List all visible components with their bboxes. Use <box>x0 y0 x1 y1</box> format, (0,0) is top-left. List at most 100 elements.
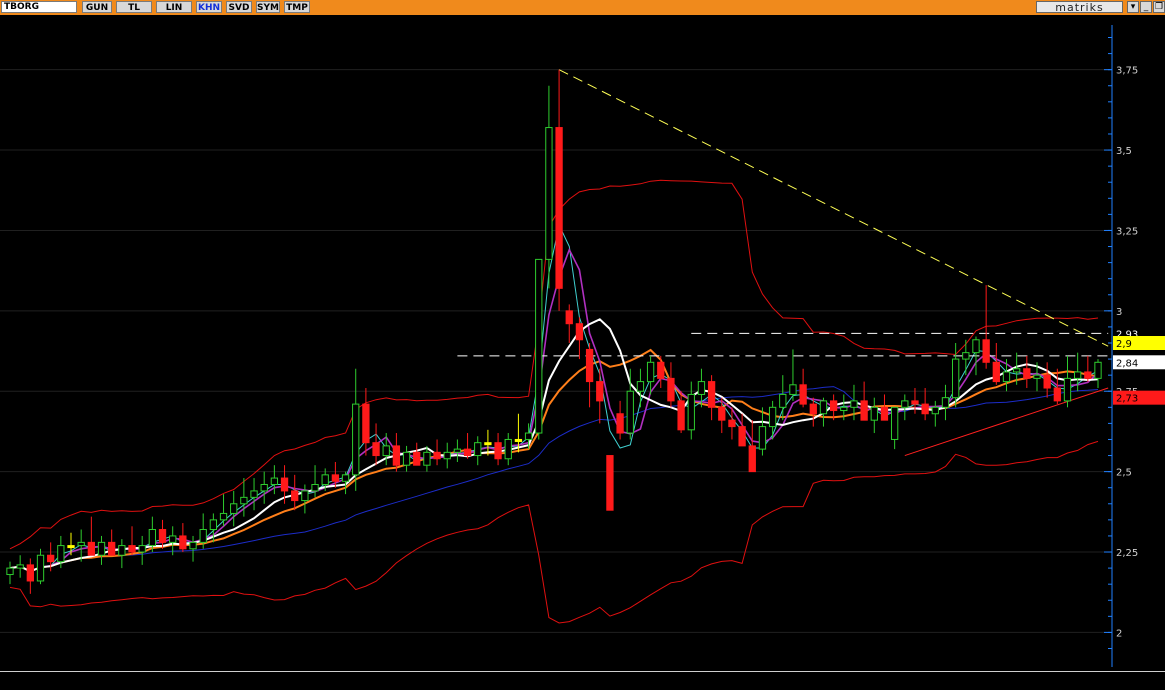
candle-body <box>128 545 136 553</box>
candle <box>16 555 24 578</box>
candle-body <box>423 451 431 466</box>
candle-body <box>748 445 756 473</box>
candle <box>941 384 950 421</box>
price-chart[interactable]: 22,252,52,7533,253,53,75 2,932,92,842,73 <box>0 15 1165 671</box>
candle-body <box>474 442 482 457</box>
candle <box>860 381 868 421</box>
toolbar-button-gun[interactable]: GUN <box>82 1 112 13</box>
moving-averages <box>9 223 1099 573</box>
candlesticks <box>6 69 1102 594</box>
y-tick-label: 3,75 <box>1116 66 1138 77</box>
candle-body <box>1084 371 1092 379</box>
toolbar-button-khn[interactable]: KHN <box>196 1 222 13</box>
candle-body <box>362 403 370 444</box>
candle <box>250 478 258 511</box>
candle-body <box>169 535 177 543</box>
candle-body <box>941 397 950 408</box>
candle-body <box>911 400 919 405</box>
y-tick-label: 3 <box>1116 307 1122 318</box>
candle-body <box>921 403 929 415</box>
candle-body <box>158 529 167 543</box>
candle-body <box>565 310 573 325</box>
candle-body <box>687 393 695 431</box>
candle-body <box>179 535 187 550</box>
toolbar-button-tmp[interactable]: TMP <box>284 1 310 13</box>
minimize-icon[interactable]: _ <box>1140 1 1152 13</box>
candle <box>504 433 512 466</box>
restore-icon[interactable]: ❐ <box>1153 1 1165 13</box>
candle <box>738 413 746 447</box>
candle-body <box>931 406 939 415</box>
candle-body <box>209 519 218 531</box>
candle-body <box>26 564 34 582</box>
candle-body <box>301 490 309 502</box>
candle <box>443 442 451 469</box>
candle <box>921 388 929 421</box>
candle-body <box>901 400 909 408</box>
candle <box>911 388 919 414</box>
candle <box>1094 359 1102 389</box>
candle <box>36 548 45 585</box>
candle <box>6 561 14 585</box>
candle <box>128 526 136 556</box>
candle <box>890 406 899 450</box>
grid <box>0 69 1110 633</box>
candle-body <box>97 541 106 556</box>
candle <box>97 535 106 565</box>
candle-body <box>1074 371 1082 379</box>
candle <box>565 304 573 343</box>
candle <box>291 474 299 511</box>
toolbar: TBORG matriks ▾ _ ❐ GUN TL LIN KHN SVD SYM TMP <box>0 0 1165 15</box>
candle-body <box>738 426 746 447</box>
candle-body <box>352 403 360 476</box>
candle-body <box>1053 387 1061 402</box>
candle-body <box>77 541 85 547</box>
candle-body <box>341 474 350 482</box>
candle <box>392 433 401 472</box>
candle <box>1023 355 1031 389</box>
candle-body <box>870 406 878 421</box>
candle <box>636 368 645 408</box>
candle-body <box>16 564 24 569</box>
candle-body <box>626 390 634 434</box>
candle <box>372 423 380 466</box>
candle <box>616 400 624 440</box>
candle-body <box>819 400 828 415</box>
candle <box>108 529 116 556</box>
price-labels: 2,932,92,842,73 <box>1113 326 1165 405</box>
candle <box>189 535 197 562</box>
candle-body <box>616 413 624 434</box>
candle-body <box>463 448 472 457</box>
candle-body <box>657 361 665 379</box>
candle <box>26 558 34 594</box>
toolbar-button-sym[interactable]: SYM <box>256 1 280 13</box>
y-tick-label: 3,25 <box>1116 226 1138 237</box>
candle-body <box>606 455 614 511</box>
toolbar-button-tl[interactable]: TL <box>116 1 152 13</box>
candle-body <box>148 529 157 547</box>
candle-body <box>1013 368 1021 373</box>
candle-body <box>443 451 451 460</box>
candle <box>789 349 797 401</box>
toolbar-button-svd[interactable]: SVD <box>226 1 252 13</box>
candle <box>1043 362 1051 398</box>
candle <box>138 535 146 565</box>
candle <box>535 258 543 440</box>
candle <box>494 433 502 466</box>
candle-body <box>646 361 655 383</box>
candle <box>1084 355 1092 382</box>
candle-body <box>535 258 543 434</box>
chevron-down-icon[interactable]: ▾ <box>1127 1 1139 13</box>
candle-body <box>189 541 197 550</box>
price-label: 2,9 <box>1116 339 1132 350</box>
candle <box>1002 359 1011 392</box>
candle <box>545 85 553 289</box>
candle-body <box>484 442 492 446</box>
candle <box>433 439 441 466</box>
symbol-field[interactable]: TBORG <box>1 1 77 13</box>
candle-body <box>667 377 675 402</box>
toolbar-button-lin[interactable]: LIN <box>156 1 192 13</box>
candle-body <box>291 490 299 502</box>
candle <box>779 375 787 421</box>
candle-body <box>280 477 289 492</box>
